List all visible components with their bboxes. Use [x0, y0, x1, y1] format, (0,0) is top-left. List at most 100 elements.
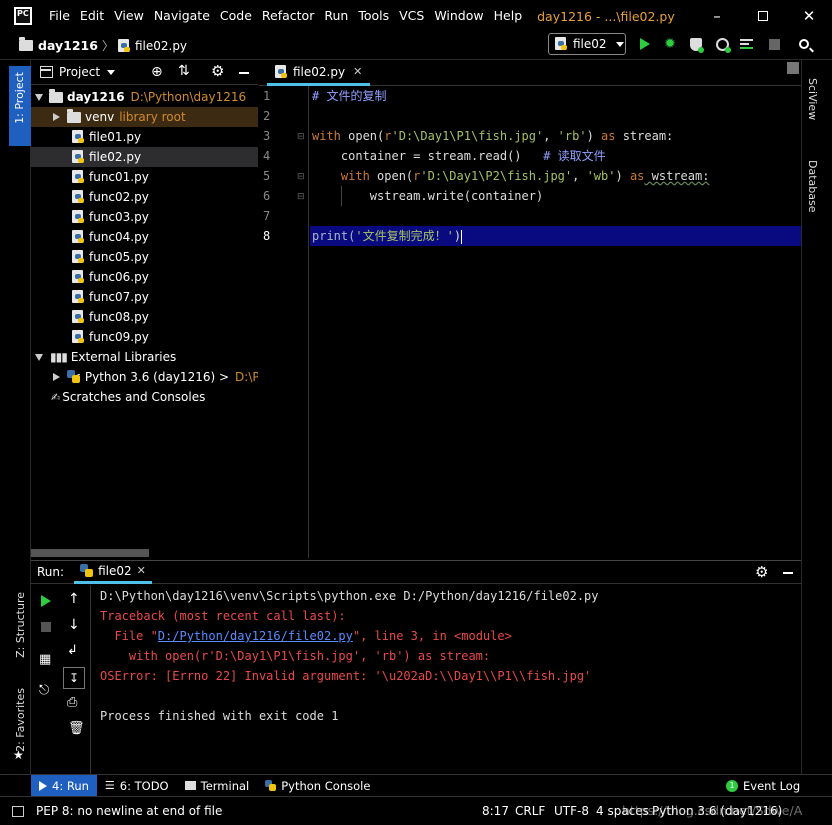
tree-item-file[interactable]: file01.py	[31, 127, 258, 147]
concurrency-button[interactable]	[740, 36, 756, 52]
tree-item-file[interactable]: func04.py	[31, 227, 258, 247]
code-editor[interactable]: # 文件的复制 with open(r'D:\Day1\P1\fish.jpg'…	[310, 86, 801, 558]
cursor-position[interactable]: 8:17	[482, 804, 509, 818]
menu-file[interactable]: File	[44, 0, 75, 32]
tree-item-python-sdk[interactable]: < Python 3.6 (day1216) > D:\Pyt	[31, 367, 258, 387]
menu-navigate[interactable]: Navigate	[149, 0, 215, 32]
tree-item-label: func04.py	[89, 230, 149, 244]
console-exit-line: Process finished with exit code 1	[100, 709, 339, 723]
window-title: day1216 - ...\file02.py	[537, 8, 675, 24]
tree-item-file[interactable]: func06.py	[31, 267, 258, 287]
editor-tab-file02[interactable]: file02.py ✕	[267, 60, 371, 86]
gear-icon[interactable]: ⚙	[211, 62, 224, 80]
expand-arrow-icon	[35, 93, 43, 101]
chevron-down-icon	[107, 69, 116, 75]
menu-view[interactable]: View	[109, 0, 149, 32]
tree-item-file[interactable]: func05.py	[31, 247, 258, 267]
toggle-tool-windows-icon[interactable]	[12, 805, 24, 817]
menu-run[interactable]: Run	[319, 0, 353, 32]
line-number: 4	[263, 149, 271, 163]
inspection-status-icon[interactable]	[787, 62, 799, 74]
profile-button[interactable]	[714, 36, 731, 53]
console-error-line: OSError: [Errno 22] Invalid argument: '\…	[100, 669, 592, 683]
stop-button[interactable]	[766, 36, 782, 52]
menu-edit[interactable]: Edit	[75, 0, 109, 32]
tree-item-venv[interactable]: venv library root	[31, 107, 258, 127]
menu-help[interactable]: Help	[489, 0, 528, 32]
locate-file-icon[interactable]: ⊕	[151, 64, 163, 80]
horizontal-scrollbar[interactable]	[31, 549, 149, 557]
close-tab-icon[interactable]: ✕	[353, 65, 362, 78]
run-button[interactable]	[637, 36, 653, 52]
hide-panel-icon[interactable]	[239, 72, 249, 74]
close-window-button[interactable]: ✕	[786, 0, 832, 32]
project-panel-header: Project ⊕ ⇅ ⚙	[31, 60, 258, 85]
run-configuration-select[interactable]: file02	[548, 33, 626, 55]
line-separator[interactable]: CRLF	[515, 804, 545, 818]
menu-window[interactable]: Window	[429, 0, 488, 32]
menu-refactor[interactable]: Refactor	[257, 0, 319, 32]
search-everywhere-button[interactable]	[796, 36, 814, 53]
project-view-dropdown[interactable]: Project	[59, 65, 100, 79]
tree-item-file[interactable]: func09.py	[31, 327, 258, 347]
fold-marker-icon[interactable]: ⊟	[297, 192, 305, 202]
favorites-tool-window-button[interactable]: 2: Favorites	[14, 688, 27, 752]
traceback-file-link[interactable]: D:/Python/day1216/file02.py	[158, 629, 353, 643]
code-line-5: with open(r'D:\Day1\P2\fish.jpg', 'wb') …	[340, 169, 710, 183]
hide-panel-icon[interactable]	[783, 572, 793, 574]
coverage-button[interactable]	[688, 36, 704, 53]
menu-code[interactable]: Code	[215, 0, 257, 32]
run-tab-file02[interactable]: file02 ✕	[74, 560, 152, 584]
tree-item-file[interactable]: func08.py	[31, 307, 258, 327]
tree-item-file[interactable]: func02.py	[31, 187, 258, 207]
print-icon[interactable]: ⎙	[67, 695, 77, 710]
project-tool-label: 1: Project	[13, 72, 26, 124]
collapse-all-icon[interactable]: ⇅	[178, 63, 190, 79]
tree-item-file[interactable]: func07.py	[31, 287, 258, 307]
fold-marker-icon[interactable]: ⊟	[297, 172, 305, 182]
menu-tools[interactable]: Tools	[353, 0, 394, 32]
project-tool-window-button[interactable]: 1: Project	[9, 66, 31, 146]
trash-icon[interactable]: 🗑	[68, 721, 85, 736]
breadcrumb-project[interactable]: day1216	[38, 38, 98, 53]
tree-item-file[interactable]: file02.py	[31, 147, 258, 167]
tree-item-file[interactable]: func01.py	[31, 167, 258, 187]
file-encoding[interactable]: UTF-8	[554, 804, 589, 818]
scroll-to-end-icon[interactable]: ↧	[63, 667, 85, 689]
navigation-bar: day1216 〉 file02.py	[0, 32, 832, 60]
structure-tool-window-button[interactable]: Z: Structure	[14, 592, 27, 658]
run-tool-tab[interactable]: 4: Run	[31, 774, 97, 797]
debug-button[interactable]: ✹	[662, 36, 678, 52]
stop-icon	[768, 38, 780, 50]
terminal-tool-tab[interactable]: Terminal	[177, 775, 258, 797]
stop-icon[interactable]	[41, 622, 51, 632]
tree-item-scratches[interactable]: ✍ Scratches and Consoles	[31, 387, 258, 407]
todo-tool-tab[interactable]: ☰ 6: TODO	[97, 775, 177, 797]
folder-icon	[67, 108, 81, 123]
list-icon: ☰	[104, 779, 115, 792]
soft-wrap-icon[interactable]: ↲	[67, 643, 78, 658]
database-tool-window-button[interactable]: Database	[806, 160, 819, 213]
event-log-tool-tab[interactable]: 1 Event Log	[718, 775, 808, 797]
restore-layout-icon[interactable]: ▦	[39, 652, 51, 667]
fold-marker-icon[interactable]: ⊟	[297, 132, 305, 142]
tree-root-day1216[interactable]: day1216 D:\Python\day1216	[31, 87, 258, 107]
breadcrumb-file[interactable]: file02.py	[135, 39, 187, 53]
menu-vcs[interactable]: VCS	[394, 0, 429, 32]
tree-item-external-libraries[interactable]: ▮▮▮ External Libraries	[31, 347, 258, 367]
scroll-up-icon[interactable]: ↑	[68, 591, 80, 607]
close-tab-icon[interactable]: ✕	[137, 564, 146, 577]
gear-icon[interactable]: ⚙	[755, 563, 768, 581]
rerun-icon[interactable]	[41, 595, 51, 607]
shield-icon	[690, 37, 704, 53]
project-view-icon	[40, 66, 53, 78]
pin-icon[interactable]: ⎋	[39, 683, 49, 698]
python-file-icon	[72, 230, 85, 244]
scroll-down-icon[interactable]: ↓	[68, 617, 80, 633]
maximize-button[interactable]	[740, 0, 786, 32]
minimize-button[interactable]: –	[694, 0, 740, 32]
console-output[interactable]: D:\Python\day1216\venv\Scripts\python.ex…	[92, 585, 792, 774]
sciview-tool-window-button[interactable]: SciView	[806, 78, 819, 120]
tree-item-file[interactable]: func03.py	[31, 207, 258, 227]
python-console-tool-tab[interactable]: Python Console	[257, 775, 378, 797]
